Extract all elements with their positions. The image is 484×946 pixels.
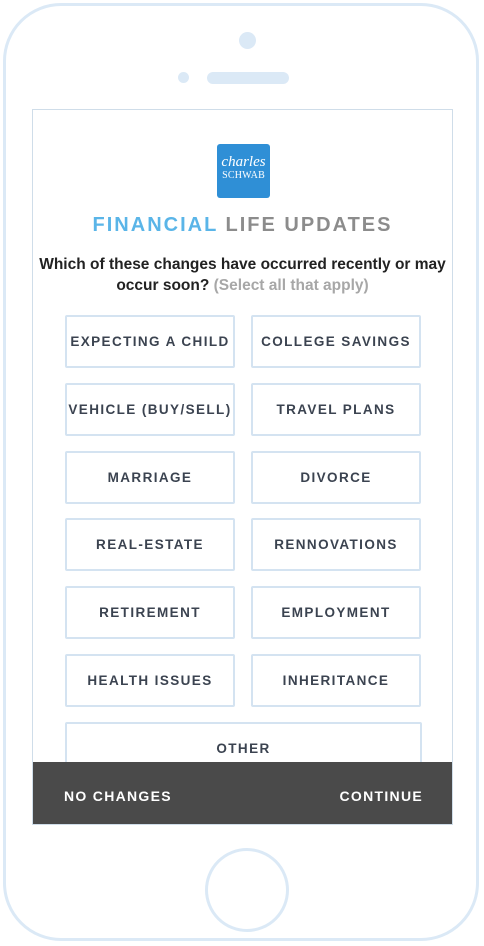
- option-retirement[interactable]: RETIREMENT: [65, 586, 235, 639]
- proximity-sensor: [178, 72, 189, 83]
- title-rest: LIFE UPDATES: [225, 214, 393, 236]
- charles-schwab-logo: charles SCHWAB: [217, 144, 270, 198]
- app-screen: charles SCHWAB FINANCIAL LIFE UPDATES Wh…: [32, 109, 453, 825]
- option-rennovations[interactable]: RENNOVATIONS: [251, 518, 421, 571]
- bottom-action-bar: NO CHANGES CONTINUE: [33, 762, 452, 824]
- question-hint: (Select all that apply): [213, 277, 369, 294]
- option-divorce[interactable]: DIVORCE: [251, 451, 421, 504]
- title-highlight: FINANCIAL: [92, 214, 218, 236]
- logo-line-1: charles: [221, 154, 266, 170]
- option-real-estate[interactable]: REAL-ESTATE: [65, 518, 235, 571]
- option-travel-plans[interactable]: TRAVEL PLANS: [251, 383, 421, 436]
- option-college-savings[interactable]: COLLEGE SAVINGS: [251, 315, 421, 368]
- home-button[interactable]: [205, 848, 289, 932]
- continue-button[interactable]: CONTINUE: [339, 788, 423, 804]
- option-vehicle[interactable]: VEHICLE (BUY/SELL): [65, 383, 235, 436]
- option-expecting-a-child[interactable]: EXPECTING A CHILD: [65, 315, 235, 368]
- page-title: FINANCIAL LIFE UPDATES: [33, 214, 452, 237]
- front-camera: [239, 32, 256, 49]
- option-employment[interactable]: EMPLOYMENT: [251, 586, 421, 639]
- earpiece-speaker: [207, 72, 289, 84]
- option-marriage[interactable]: MARRIAGE: [65, 451, 235, 504]
- option-health-issues[interactable]: HEALTH ISSUES: [65, 654, 235, 707]
- question-prompt: Which of these changes have occurred rec…: [33, 254, 452, 296]
- option-inheritance[interactable]: INHERITANCE: [251, 654, 421, 707]
- logo-line-2: SCHWAB: [222, 170, 265, 181]
- no-changes-button[interactable]: NO CHANGES: [64, 788, 172, 804]
